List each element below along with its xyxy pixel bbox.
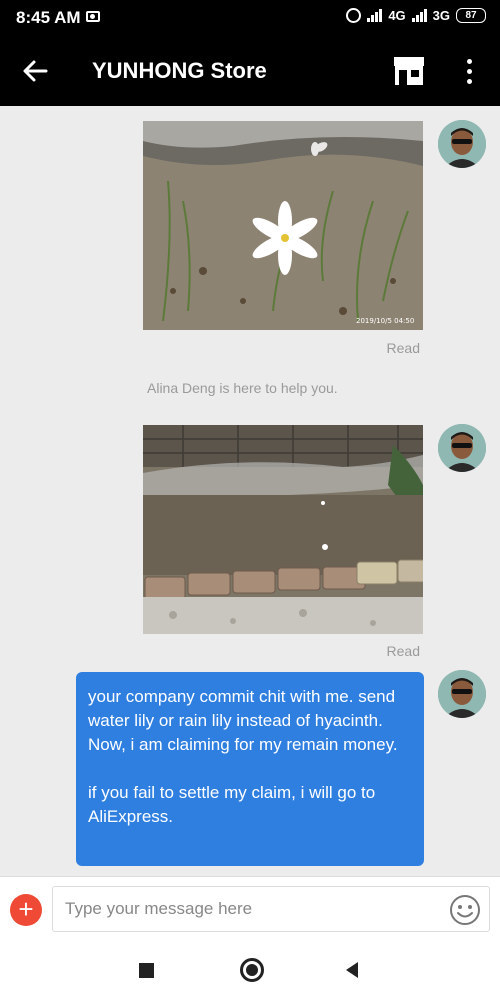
- nav-back-icon[interactable]: [344, 961, 360, 979]
- store-icon[interactable]: [392, 56, 426, 86]
- recents-icon[interactable]: [139, 963, 154, 978]
- home-icon[interactable]: [240, 958, 264, 982]
- camera-icon: [86, 11, 100, 22]
- system-nav-bar: [0, 944, 500, 1000]
- page-title: YUNHONG Store: [92, 58, 267, 83]
- network-type-2: 3G: [432, 8, 450, 23]
- status-bar: 8:45 AM 4G 3G 87: [0, 0, 500, 36]
- message-composer: +: [0, 876, 500, 944]
- network-type-1: 4G: [388, 8, 406, 23]
- photo-timestamp: 2019/10/5 04:50: [356, 317, 414, 325]
- avatar[interactable]: [438, 670, 486, 718]
- message-input[interactable]: [52, 886, 490, 932]
- read-status: Read: [386, 643, 420, 659]
- alarm-icon: [346, 8, 362, 23]
- signal-icon-2: [411, 9, 427, 22]
- message-text: if you fail to settle my claim, i will g…: [88, 783, 376, 826]
- more-vertical-icon[interactable]: [456, 54, 482, 88]
- header-bar: YUNHONG Store: [0, 36, 500, 106]
- message-bubble[interactable]: your company commit chit with me. send w…: [76, 672, 424, 866]
- back-arrow-icon[interactable]: [18, 54, 52, 88]
- add-attachment-button[interactable]: +: [10, 894, 42, 926]
- message-text: your company commit chit with me. send w…: [88, 687, 398, 754]
- avatar[interactable]: [438, 120, 486, 168]
- read-status: Read: [386, 340, 420, 356]
- status-time: 8:45 AM: [16, 8, 81, 27]
- message-image-garden[interactable]: [143, 425, 423, 634]
- system-message: Alina Deng is here to help you.: [147, 380, 338, 396]
- status-indicators: 4G 3G 87: [346, 8, 486, 23]
- battery-level: 87: [465, 10, 477, 21]
- message-image-flower[interactable]: 2019/10/5 04:50: [143, 121, 423, 330]
- avatar[interactable]: [438, 424, 486, 472]
- emoji-icon[interactable]: [449, 894, 481, 926]
- signal-icon: [367, 9, 383, 22]
- battery-icon: 87: [456, 8, 486, 23]
